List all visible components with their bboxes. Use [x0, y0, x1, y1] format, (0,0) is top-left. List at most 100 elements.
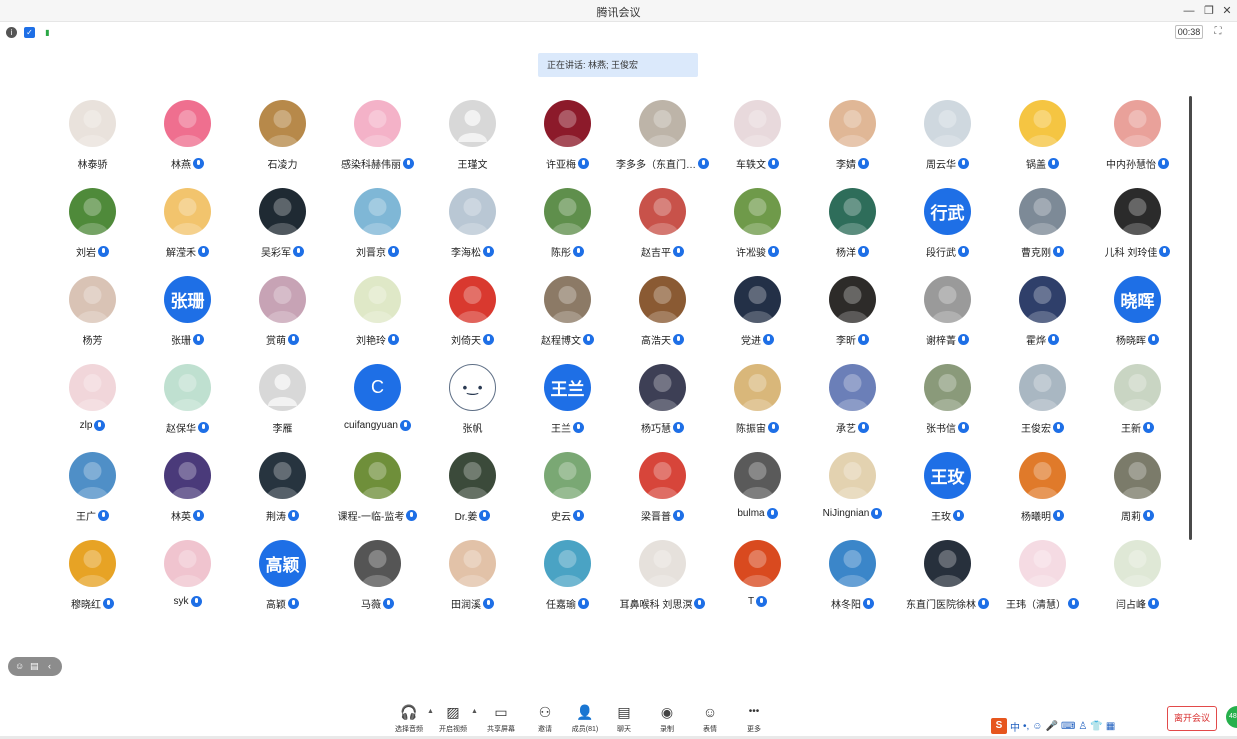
avatar[interactable]	[164, 452, 211, 499]
avatar[interactable]: 晓晖	[1114, 276, 1161, 323]
participant-tile[interactable]: 行武 段行武	[900, 186, 995, 274]
avatar[interactable]: C	[354, 364, 401, 411]
avatar[interactable]	[544, 452, 591, 499]
avatar[interactable]	[1114, 364, 1161, 411]
participant-tile[interactable]: 王广	[45, 450, 140, 538]
participant-tile[interactable]: 党进	[710, 274, 805, 362]
ime-tool-icon[interactable]: •,	[1023, 721, 1029, 732]
participant-tile[interactable]: 林泰骄	[45, 98, 140, 186]
avatar[interactable]	[544, 188, 591, 235]
participant-tile[interactable]: 李婧	[805, 98, 900, 186]
avatar[interactable]	[1019, 452, 1066, 499]
participant-tile[interactable]: 杨巧慧	[615, 362, 710, 450]
avatar[interactable]	[164, 188, 211, 235]
participant-tile[interactable]: 马薇	[330, 538, 425, 626]
participant-tile[interactable]: 刘晋京	[330, 186, 425, 274]
avatar[interactable]	[69, 100, 116, 147]
minimize-icon[interactable]: —	[1180, 2, 1198, 20]
avatar[interactable]	[354, 100, 401, 147]
participant-tile[interactable]: Ccuifangyuan	[330, 362, 425, 450]
avatar[interactable]	[734, 188, 781, 235]
participant-tile[interactable]: 任嘉瑜	[520, 538, 615, 626]
avatar[interactable]	[69, 540, 116, 587]
participant-tile[interactable]: 穆晓红	[45, 538, 140, 626]
avatar[interactable]	[734, 276, 781, 323]
avatar[interactable]	[734, 540, 781, 587]
participant-tile[interactable]: 李海松	[425, 186, 520, 274]
avatar[interactable]	[69, 452, 116, 499]
avatar[interactable]	[829, 188, 876, 235]
avatar[interactable]: 王玫	[924, 452, 971, 499]
participant-tile[interactable]: 田润溪	[425, 538, 520, 626]
avatar[interactable]	[1114, 100, 1161, 147]
dropdown-caret-icon[interactable]: ▲	[471, 708, 478, 715]
participant-tile[interactable]: 赵程博文	[520, 274, 615, 362]
avatar[interactable]	[829, 100, 876, 147]
participant-tile[interactable]: 高浩天	[615, 274, 710, 362]
shield-icon[interactable]: ✓	[24, 27, 35, 38]
avatar[interactable]: 高颖	[259, 540, 306, 587]
reaction-emoji-icon[interactable]: ☺	[15, 661, 24, 671]
participant-tile[interactable]: 中内孙慧怡	[1090, 98, 1185, 186]
restore-icon[interactable]: ❐	[1200, 2, 1218, 20]
participant-tile[interactable]: 王兰 王兰	[520, 362, 615, 450]
avatar[interactable]	[1019, 276, 1066, 323]
participant-tile[interactable]: 感染科赫伟丽	[330, 98, 425, 186]
participant-tile[interactable]: 史云	[520, 450, 615, 538]
avatar[interactable]	[544, 540, 591, 587]
participant-tile[interactable]: 张珊 张珊	[140, 274, 235, 362]
avatar[interactable]	[259, 364, 306, 411]
participant-tile[interactable]: 东直门医院徐林	[900, 538, 995, 626]
avatar[interactable]	[639, 276, 686, 323]
ime-tool-icon[interactable]: ⌨	[1061, 721, 1075, 732]
participant-tile[interactable]: 石凌力	[235, 98, 330, 186]
participant-tile[interactable]: 儿科 刘玲佳	[1090, 186, 1185, 274]
participant-tile[interactable]: 赏萌	[235, 274, 330, 362]
participant-tile[interactable]: 张书信	[900, 362, 995, 450]
avatar[interactable]	[639, 100, 686, 147]
participant-tile[interactable]: 周云华	[900, 98, 995, 186]
avatar[interactable]	[354, 452, 401, 499]
avatar[interactable]	[639, 452, 686, 499]
participant-tile[interactable]: bulma	[710, 450, 805, 538]
participant-tile[interactable]: 刘艳玲	[330, 274, 425, 362]
participant-tile[interactable]: 王俊宏	[995, 362, 1090, 450]
participant-tile[interactable]: 解滢禾	[140, 186, 235, 274]
avatar[interactable]	[164, 100, 211, 147]
avatar[interactable]	[829, 452, 876, 499]
participant-tile[interactable]: 锅盖	[995, 98, 1090, 186]
participant-tile[interactable]: 陈振宙	[710, 362, 805, 450]
participant-tile[interactable]: 周莉	[1090, 450, 1185, 538]
avatar[interactable]	[734, 100, 781, 147]
avatar[interactable]	[259, 100, 306, 147]
participant-tile[interactable]: Dr.姜	[425, 450, 520, 538]
reaction-widget[interactable]: ☺ ▤ ‹	[8, 657, 62, 676]
avatar[interactable]	[449, 276, 496, 323]
avatar[interactable]	[164, 364, 211, 411]
collapse-icon[interactable]: ‹	[48, 661, 51, 671]
avatar[interactable]	[449, 100, 496, 147]
avatar[interactable]	[69, 188, 116, 235]
avatar[interactable]	[924, 540, 971, 587]
ime-tool-icon[interactable]: ♙	[1078, 721, 1087, 732]
avatar[interactable]	[69, 364, 116, 411]
participant-tile[interactable]: 承艺	[805, 362, 900, 450]
avatar[interactable]: •‿•	[449, 364, 496, 411]
ime-tool-icon[interactable]: 🎤	[1046, 721, 1058, 732]
participant-tile[interactable]: 杨曦明	[995, 450, 1090, 538]
signal-icon[interactable]: ▮	[42, 27, 53, 38]
participant-tile[interactable]: 车轶文	[710, 98, 805, 186]
sogou-icon[interactable]: S	[991, 718, 1007, 734]
participant-tile[interactable]: 陈彤	[520, 186, 615, 274]
avatar[interactable]	[1019, 540, 1066, 587]
reaction-chat-icon[interactable]: ▤	[30, 661, 39, 672]
info-icon[interactable]: i	[6, 27, 17, 38]
participant-tile[interactable]: 曹克刚	[995, 186, 1090, 274]
participant-tile[interactable]: 王玮（清慧）	[995, 538, 1090, 626]
camera-off-button[interactable]: ▨ 开启视频	[431, 699, 475, 737]
avatar[interactable]	[924, 100, 971, 147]
participant-tile[interactable]: 李昕	[805, 274, 900, 362]
participant-tile[interactable]: 王瑾文	[425, 98, 520, 186]
avatar[interactable]	[924, 276, 971, 323]
avatar[interactable]	[639, 364, 686, 411]
